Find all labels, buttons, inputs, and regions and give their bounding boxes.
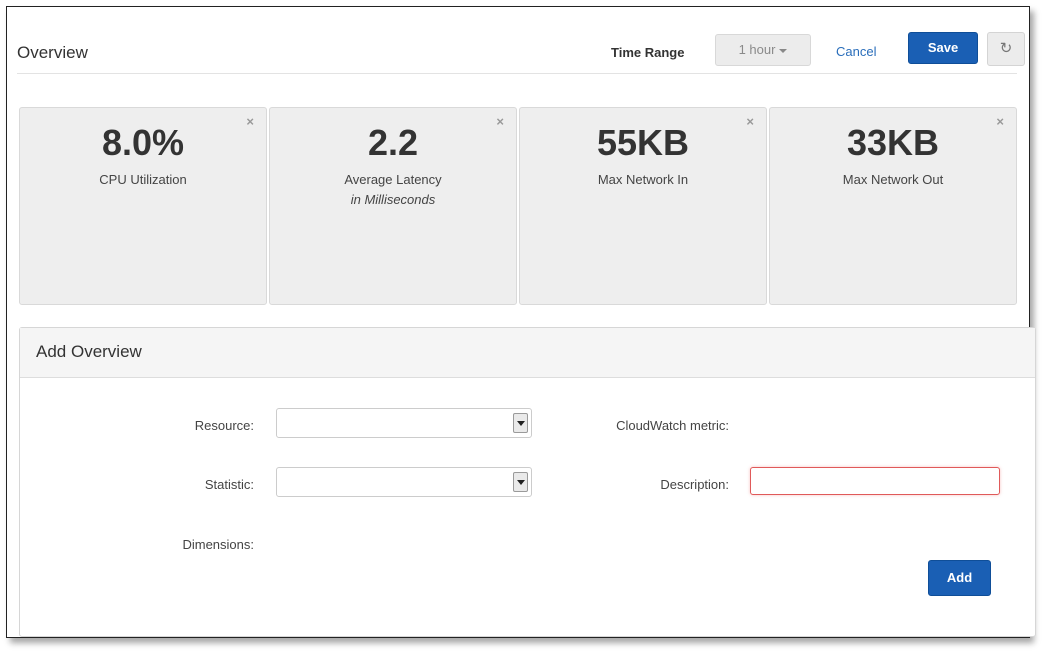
refresh-icon: ↻: [999, 40, 1013, 57]
metric-value: 8.0%: [101, 122, 185, 163]
header-divider: [17, 73, 1017, 74]
metric-value: 33KB: [846, 122, 940, 163]
close-icon[interactable]: ×: [496, 114, 504, 129]
statistic-select[interactable]: [276, 467, 532, 497]
description-label: Description:: [660, 477, 729, 492]
metric-tile-cpu: × 8.0% CPU Utilization: [19, 107, 267, 305]
resource-label: Resource:: [194, 418, 254, 433]
metric-tile-network-out: × 33KB Max Network Out: [769, 107, 1017, 305]
metric-value: 55KB: [596, 122, 690, 163]
metric-label: Max Network In: [597, 172, 689, 187]
save-button[interactable]: Save: [908, 32, 978, 64]
time-range-dropdown[interactable]: 1 hour: [715, 34, 811, 66]
overview-header: Overview Time Range 1 hour Cancel Save ↻: [7, 7, 1029, 77]
metric-value: 2.2: [367, 122, 419, 163]
overview-window: Overview Time Range 1 hour Cancel Save ↻…: [6, 6, 1036, 638]
metric-tile-network-in: × 55KB Max Network In: [519, 107, 767, 305]
metric-tiles: × 8.0% CPU Utilization × 2.2 Average Lat…: [19, 107, 1017, 305]
cloudwatch-metric-label: CloudWatch metric:: [616, 418, 729, 433]
metric-tile-latency: × 2.2 Average Latency in Milliseconds: [269, 107, 517, 305]
close-icon[interactable]: ×: [746, 114, 754, 129]
metric-label: Average Latency: [344, 172, 442, 187]
time-range-value: 1 hour: [738, 42, 776, 57]
panel-title: Add Overview: [20, 328, 1035, 378]
cancel-link[interactable]: Cancel: [836, 44, 876, 59]
dimensions-label: Dimensions:: [182, 537, 254, 552]
add-button[interactable]: Add: [928, 560, 991, 596]
dropdown-arrow-icon: [513, 413, 528, 433]
statistic-label: Statistic:: [204, 477, 254, 492]
resource-select[interactable]: [276, 408, 532, 438]
close-icon[interactable]: ×: [996, 114, 1004, 129]
metric-label: Max Network Out: [842, 172, 944, 187]
page-title: Overview: [17, 43, 88, 62]
description-input[interactable]: [750, 467, 1000, 495]
dropdown-arrow-icon: [513, 472, 528, 492]
time-range-label: Time Range: [611, 45, 685, 60]
metric-sublabel: in Milliseconds: [350, 192, 436, 207]
refresh-button[interactable]: ↻: [987, 32, 1025, 66]
add-overview-panel: Add Overview Resource: CloudWatch metric…: [19, 327, 1036, 637]
metric-label: CPU Utilization: [99, 172, 187, 187]
caret-down-icon: [779, 48, 788, 53]
close-icon[interactable]: ×: [246, 114, 254, 129]
